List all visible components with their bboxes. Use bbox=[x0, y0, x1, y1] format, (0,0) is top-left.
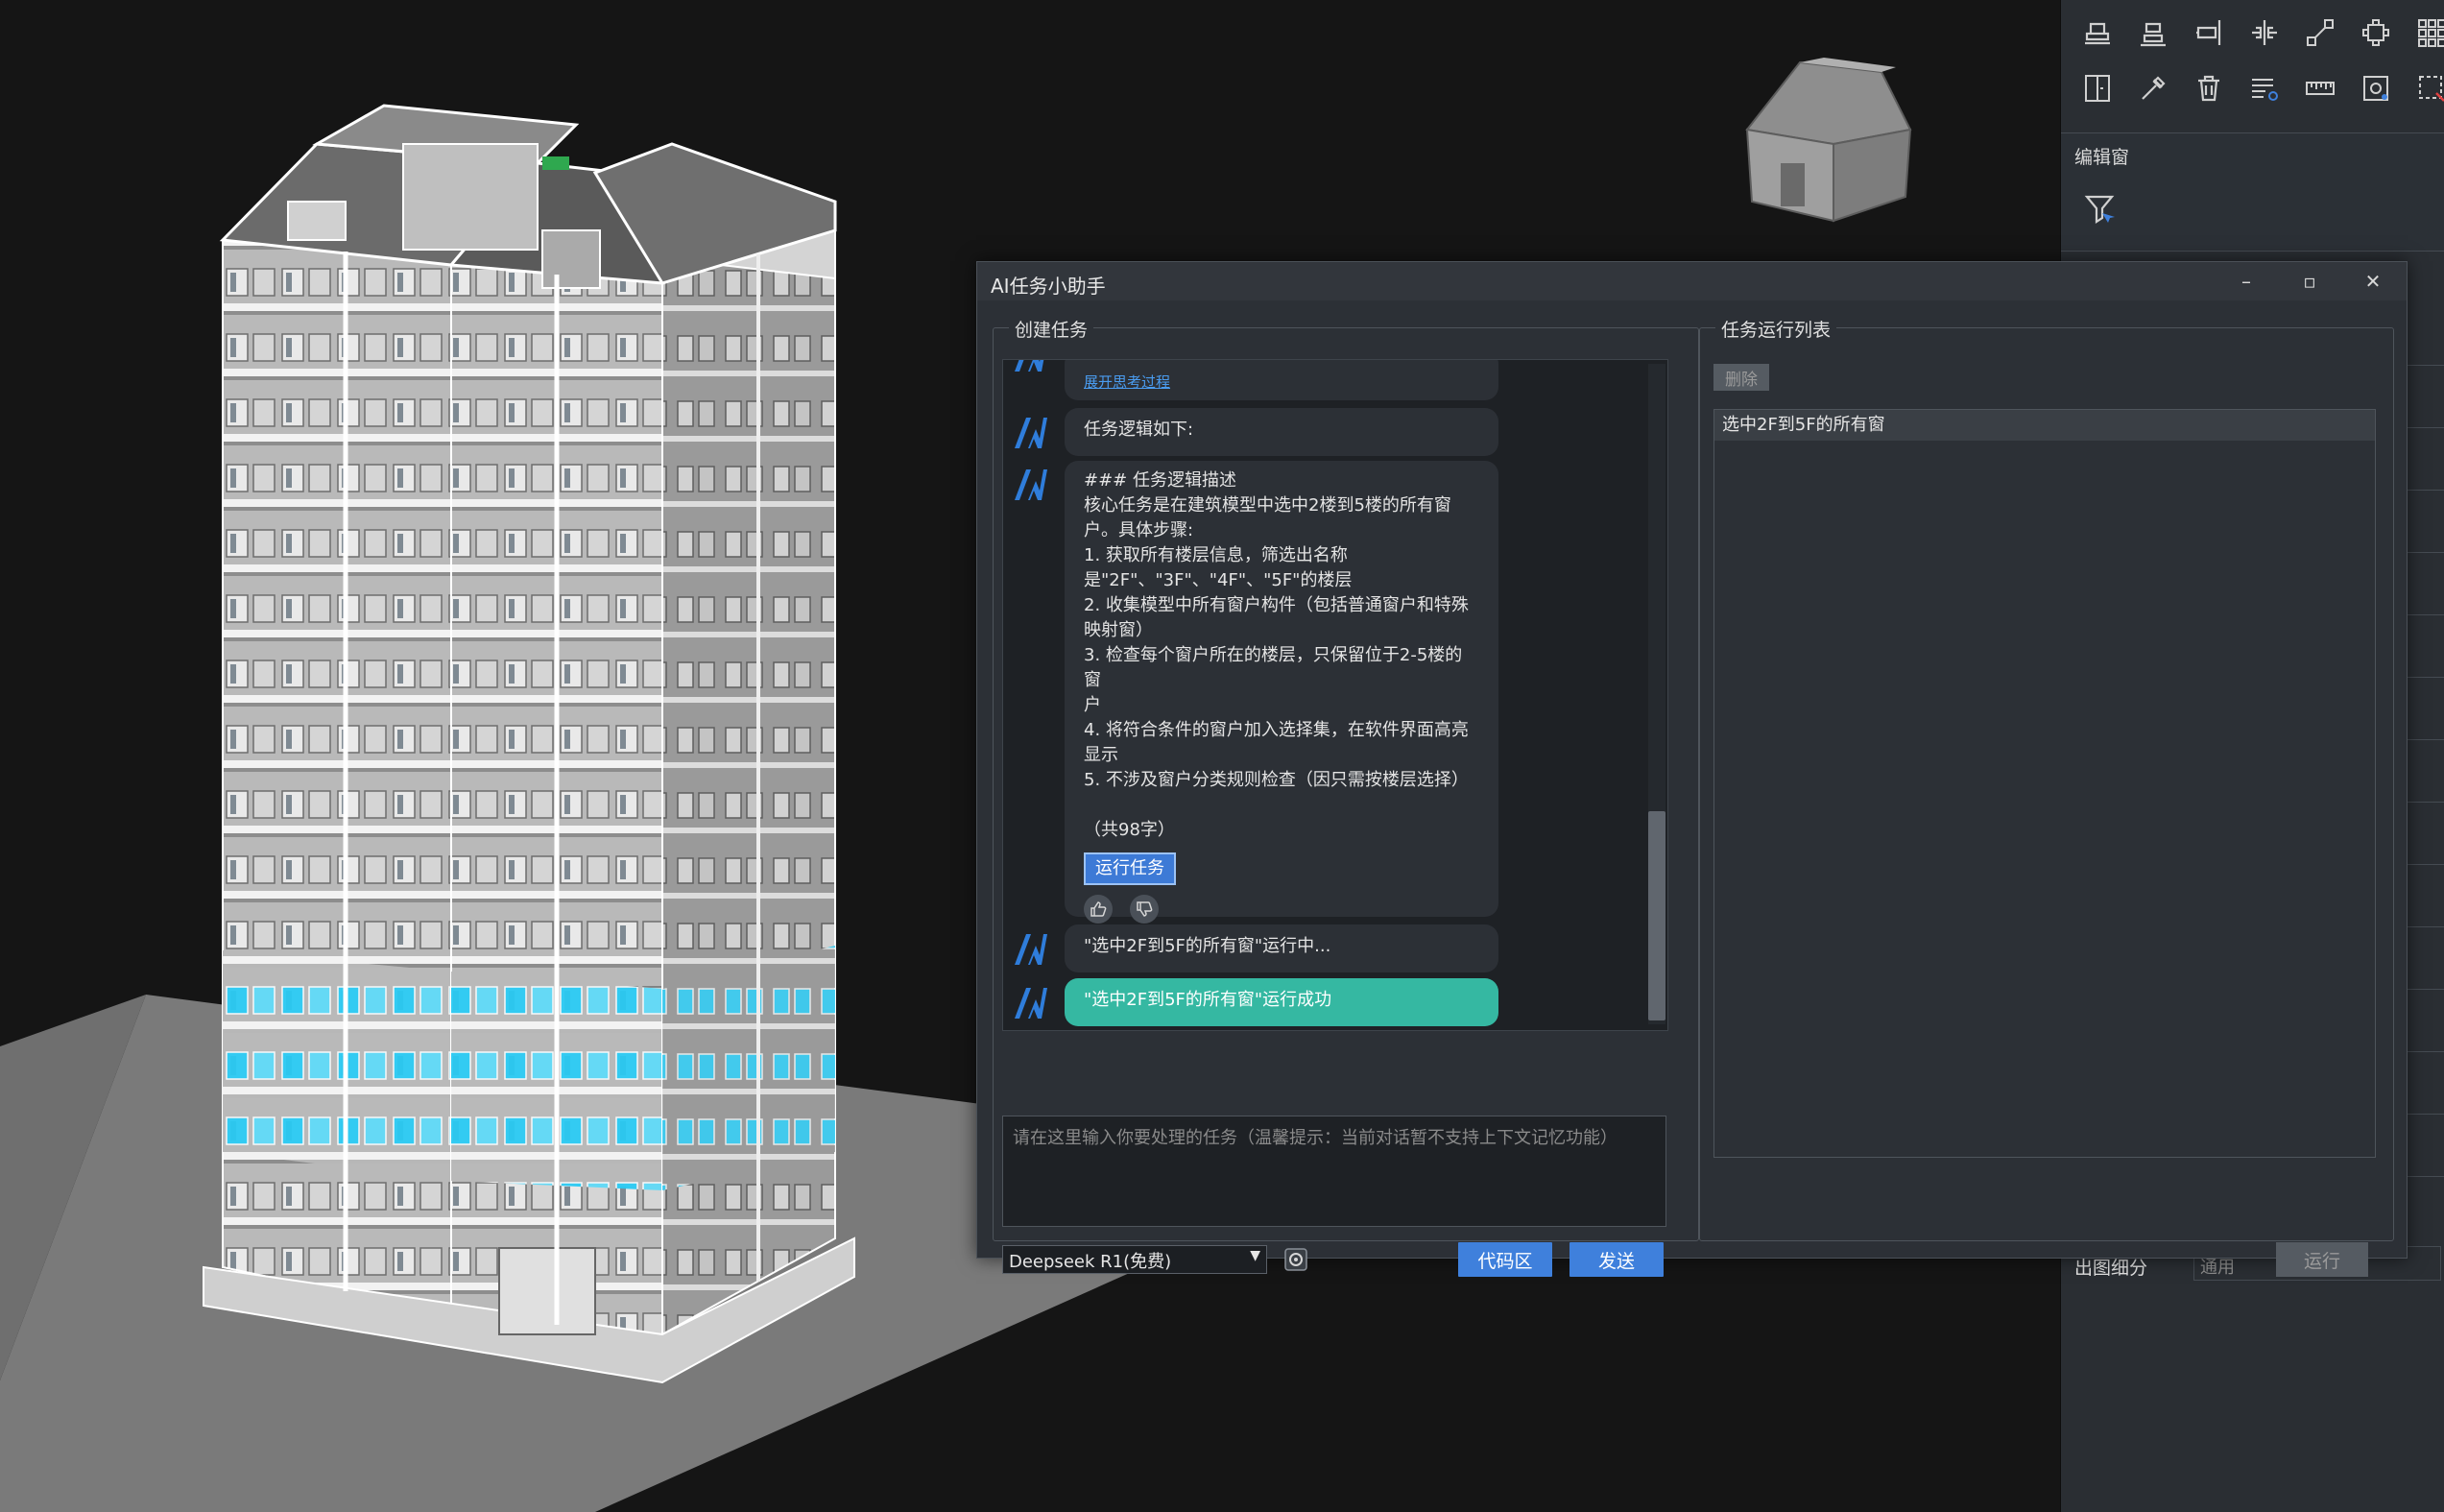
ai-avatar-icon bbox=[1015, 934, 1047, 965]
select-box-icon[interactable] bbox=[2408, 65, 2444, 111]
grid-icon[interactable] bbox=[2408, 10, 2444, 56]
minimize-button[interactable]: – bbox=[2216, 262, 2277, 300]
list-filter-icon[interactable] bbox=[2241, 65, 2288, 111]
close-button[interactable]: ✕ bbox=[2342, 262, 2404, 300]
thumbs-down-icon[interactable] bbox=[1129, 895, 1159, 924]
success-status-text: "选中2F到5F的所有窗"运行成功 bbox=[1084, 990, 1332, 1010]
toolbar-row-1 bbox=[2074, 10, 2444, 56]
task-list-item[interactable]: 选中2F到5F的所有窗 bbox=[1714, 410, 2375, 441]
ai-avatar-icon bbox=[1015, 360, 1044, 372]
ai-avatar-icon bbox=[1015, 418, 1047, 448]
running-status-bubble: "选中2F到5F的所有窗"运行中... bbox=[1065, 924, 1498, 972]
ai-task-assistant-dialog: AI任务小助手 – ▫ ✕ 创建任务 展开思考过程 任务逻辑如下: ### 任务… bbox=[976, 261, 2408, 1277]
create-task-group: 创建任务 展开思考过程 任务逻辑如下: ### 任务逻辑描述 核心任务是在建筑模… bbox=[993, 316, 1699, 1277]
logic-line: 5. 不涉及窗户分类规则检查（因只需按楼层选择） bbox=[1084, 770, 1469, 790]
run-button[interactable]: 运行 bbox=[2276, 1242, 2368, 1277]
dialog-titlebar[interactable]: AI任务小助手 – ▫ ✕ bbox=[977, 262, 2407, 300]
task-list[interactable]: 选中2F到5F的所有窗 bbox=[1713, 409, 2376, 1158]
chevron-down-icon: ▼ bbox=[1250, 1248, 1260, 1263]
thumbs-up-icon[interactable] bbox=[1084, 895, 1113, 924]
chat-scrollbar-thumb[interactable] bbox=[1648, 811, 1665, 1020]
model-select[interactable]: Deepseek R1(免费) ▼ bbox=[1002, 1245, 1267, 1274]
char-count: （共98字） bbox=[1084, 820, 1175, 840]
edit-window-section: 编辑窗 bbox=[2061, 132, 2444, 252]
maximize-button[interactable]: ▫ bbox=[2279, 262, 2340, 300]
logic-header-bubble: 任务逻辑如下: bbox=[1065, 408, 1498, 456]
task-input[interactable] bbox=[1002, 1116, 1666, 1227]
logic-line: 2. 收集模型中所有窗户构件（包括普通窗户和特殊 bbox=[1084, 595, 1469, 615]
plan-view-icon[interactable] bbox=[2074, 10, 2121, 56]
toolbar-row-2 bbox=[2074, 65, 2444, 111]
logic-line: 户。具体步骤: bbox=[1084, 520, 1194, 540]
logic-line: 3. 检查每个窗户所在的楼层，只保留位于2-5楼的窗 bbox=[1084, 645, 1463, 690]
delete-icon[interactable] bbox=[2186, 65, 2232, 111]
model-settings-icon[interactable] bbox=[1282, 1245, 1310, 1274]
ai-avatar-icon bbox=[1015, 469, 1047, 500]
logic-line: 4. 将符合条件的窗户加入选择集，在软件界面高亮 bbox=[1084, 720, 1469, 740]
send-button[interactable]: 发送 bbox=[1569, 1242, 1664, 1277]
edit-window-title: 编辑窗 bbox=[2074, 147, 2130, 168]
connect-icon[interactable] bbox=[2297, 10, 2343, 56]
logic-line: ### 任务逻辑描述 bbox=[1084, 470, 1236, 491]
task-list-label: 任务运行列表 bbox=[1715, 316, 1837, 342]
property-grid-lines bbox=[2407, 259, 2444, 1219]
code-area-button[interactable]: 代码区 bbox=[1458, 1242, 1552, 1277]
view-cube-house-icon[interactable] bbox=[1728, 53, 1920, 235]
filter-icon[interactable] bbox=[2078, 187, 2121, 229]
logic-line: 映射窗） bbox=[1084, 620, 1153, 640]
thinking-bubble: 展开思考过程 bbox=[1065, 360, 1498, 400]
logic-line: 户 bbox=[1084, 695, 1101, 715]
split-icon[interactable] bbox=[2241, 10, 2288, 56]
logic-line: 1. 获取所有楼层信息，筛选出名称 bbox=[1084, 545, 1348, 565]
run-task-button[interactable]: 运行任务 bbox=[1084, 852, 1176, 885]
running-status-text: "选中2F到5F的所有窗"运行中... bbox=[1084, 936, 1331, 956]
align-right-icon[interactable] bbox=[2186, 10, 2232, 56]
delete-task-button[interactable]: 删除 bbox=[1713, 364, 1769, 391]
create-task-label: 创建任务 bbox=[1009, 316, 1094, 342]
logic-detail-bubble: ### 任务逻辑描述 核心任务是在建筑模型中选中2楼到5楼的所有窗 户。具体步骤… bbox=[1065, 461, 1498, 924]
align-bottom-icon[interactable] bbox=[2130, 10, 2176, 56]
ai-avatar-icon bbox=[1015, 988, 1047, 1019]
ruler-icon[interactable] bbox=[2297, 65, 2343, 111]
logic-line: 是"2F"、"3F"、"4F"、"5F"的楼层 bbox=[1084, 570, 1353, 590]
eyedropper-icon[interactable] bbox=[2130, 65, 2176, 111]
settings-gear-icon[interactable] bbox=[2353, 65, 2399, 111]
logic-header-text: 任务逻辑如下: bbox=[1084, 420, 1194, 440]
logic-line: 核心任务是在建筑模型中选中2楼到5楼的所有窗 bbox=[1084, 495, 1451, 516]
door-window-icon[interactable] bbox=[2074, 65, 2121, 111]
model-select-value: Deepseek R1(免费) bbox=[1009, 1252, 1172, 1272]
chat-history[interactable]: 展开思考过程 任务逻辑如下: ### 任务逻辑描述 核心任务是在建筑模型中选中2… bbox=[1002, 359, 1668, 1031]
dialog-title: AI任务小助手 bbox=[991, 275, 1106, 298]
show-thinking-link[interactable]: 展开思考过程 bbox=[1084, 373, 1170, 391]
task-list-group: 任务运行列表 删除 选中2F到5F的所有窗 运行 bbox=[1699, 316, 2394, 1277]
group-icon[interactable] bbox=[2353, 10, 2399, 56]
success-status-bubble: "选中2F到5F的所有窗"运行成功 bbox=[1065, 978, 1498, 1026]
logic-line: 显示 bbox=[1084, 745, 1118, 765]
